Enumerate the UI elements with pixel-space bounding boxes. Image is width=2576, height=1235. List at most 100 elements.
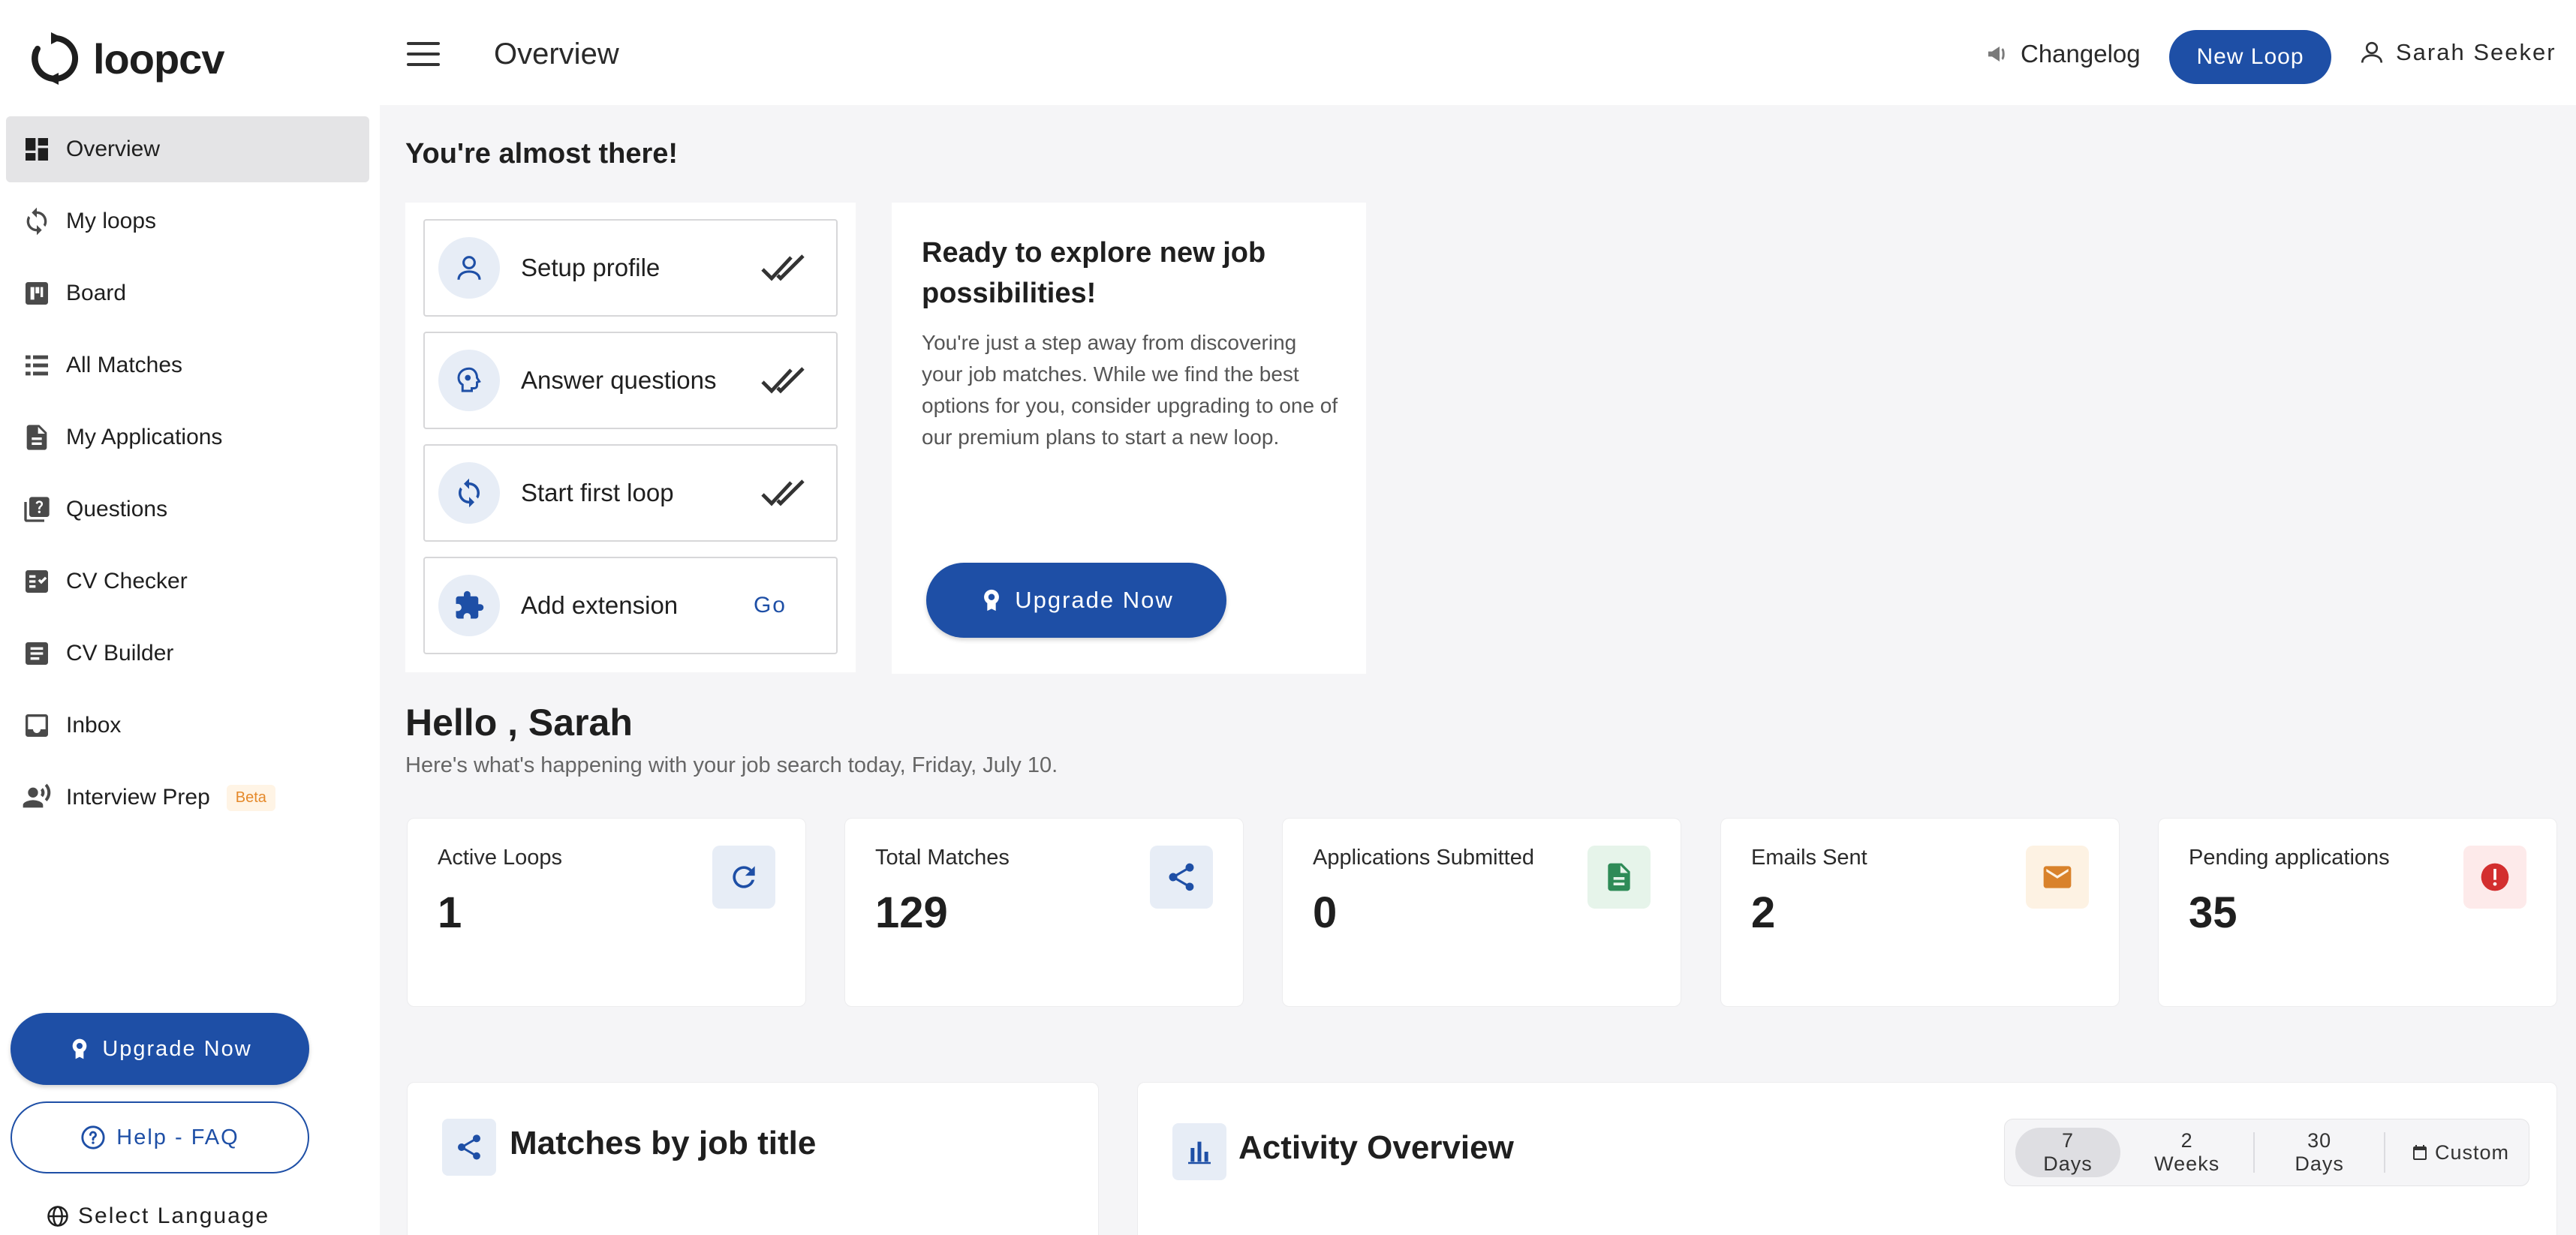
megaphone-icon — [1988, 47, 2005, 62]
dashboard-icon — [21, 134, 53, 165]
sidebar-item-my-loops[interactable]: My loops — [6, 188, 369, 254]
stat-card-emails-sent[interactable]: Emails Sent 2 — [1720, 818, 2120, 1007]
range-custom-button[interactable]: Custom — [2391, 1128, 2529, 1177]
stat-card-applications-submitted[interactable]: Applications Submitted 0 — [1282, 818, 1681, 1007]
sync-icon — [438, 462, 500, 524]
inbox-icon — [21, 710, 53, 741]
extension-icon — [438, 575, 500, 636]
stat-value: 35 — [2189, 888, 2237, 937]
greeting-title: Hello , Sarah — [405, 702, 633, 744]
range-2-weeks-button[interactable]: 2 Weeks — [2126, 1128, 2248, 1177]
upgrade-now-button[interactable]: Upgrade Now — [926, 563, 1226, 638]
sidebar: loopcv Overview My loops Board All Match… — [0, 0, 380, 1235]
explore-text: You're just a step away from discovering… — [922, 331, 1338, 449]
stat-label: Pending applications — [2189, 846, 2390, 870]
board-icon — [21, 278, 53, 309]
range-7-days-button[interactable]: 7 Days — [2015, 1128, 2121, 1177]
explore-title: Ready to explore new job possibilities! — [922, 237, 1266, 309]
calendar-icon — [2412, 1145, 2427, 1160]
upgrade-now-label: Upgrade Now — [1015, 587, 1174, 613]
step-add-extension[interactable]: Add extension Go — [423, 557, 838, 654]
sidebar-item-label: CV Builder — [66, 641, 174, 666]
onboarding-heading: You're almost there! — [405, 138, 679, 170]
logo[interactable]: loopcv — [29, 32, 224, 86]
step-label: Setup profile — [521, 254, 661, 281]
sidebar-item-board[interactable]: Board — [6, 260, 369, 326]
sidebar-nav: Overview My loops Board All Matches My A… — [6, 116, 369, 837]
sidebar-item-questions[interactable]: Questions — [6, 476, 369, 542]
list-icon — [21, 350, 53, 381]
help-icon — [81, 1125, 105, 1149]
matches-by-job-title-panel: Matches by job title — [407, 1082, 1099, 1235]
sidebar-upgrade-label: Upgrade Now — [102, 1036, 252, 1061]
globe-icon — [47, 1206, 68, 1227]
stat-card-pending-applications[interactable]: Pending applications 35 — [2158, 818, 2557, 1007]
menu-icon[interactable] — [407, 42, 440, 68]
page-title: Overview — [494, 38, 619, 71]
psychology-icon — [438, 350, 500, 411]
step-label: Answer questions — [521, 366, 717, 394]
stat-card-active-loops[interactable]: Active Loops 1 — [407, 818, 806, 1007]
help-faq-label: Help - FAQ — [116, 1125, 239, 1149]
stat-value: 1 — [438, 888, 462, 937]
sidebar-item-all-matches[interactable]: All Matches — [6, 332, 369, 398]
new-loop-button[interactable]: New Loop — [2169, 30, 2331, 84]
award-icon — [73, 1038, 87, 1059]
range-30-days-button[interactable]: 30 Days — [2261, 1128, 2378, 1177]
stat-value: 0 — [1313, 888, 1338, 937]
range-divider — [2384, 1132, 2385, 1173]
go-link[interactable]: Go — [754, 593, 787, 618]
person-icon — [438, 237, 500, 299]
beta-badge: Beta — [226, 784, 275, 811]
step-start-first-loop[interactable]: Start first loop — [423, 444, 838, 542]
document-icon — [1587, 846, 1651, 909]
share-icon — [442, 1119, 496, 1176]
step-answer-questions[interactable]: Answer questions — [423, 332, 838, 429]
sidebar-item-inbox[interactable]: Inbox — [6, 693, 369, 759]
explore-card: Ready to explore new job possibilities! … — [892, 203, 1366, 674]
bar-chart-icon — [1172, 1123, 1226, 1180]
stat-value: 129 — [875, 888, 948, 937]
step-label: Add extension — [521, 591, 679, 619]
sidebar-item-interview-prep[interactable]: Interview Prep Beta — [6, 765, 369, 831]
stat-label: Active Loops — [438, 846, 563, 870]
language-label: Select Language — [78, 1203, 270, 1228]
sidebar-item-label: My Applications — [66, 425, 223, 449]
user-menu[interactable]: Sarah Seeker — [2358, 39, 2556, 66]
range-custom-label: Custom — [2434, 1140, 2509, 1164]
sidebar-item-label: My loops — [66, 209, 157, 233]
mail-icon — [2026, 846, 2089, 909]
done-all-icon — [761, 479, 805, 506]
sidebar-item-overview[interactable]: Overview — [6, 116, 369, 182]
changelog-link[interactable]: Changelog — [1985, 39, 2141, 69]
question-book-icon — [21, 494, 53, 525]
sidebar-upgrade-button[interactable]: Upgrade Now — [11, 1013, 309, 1085]
sidebar-item-label: Questions — [66, 497, 168, 521]
sidebar-item-cv-checker[interactable]: CV Checker — [6, 548, 369, 614]
refresh-icon — [712, 846, 775, 909]
loop-logo-icon — [32, 32, 79, 85]
stat-card-total-matches[interactable]: Total Matches 129 — [844, 818, 1244, 1007]
stat-label: Total Matches — [875, 846, 1010, 870]
top-header: Overview Changelog New Loop Sarah Seeker — [380, 0, 2576, 105]
sync-icon — [21, 206, 53, 237]
date-range-selector: 7 Days 2 Weeks 30 Days Custom — [2004, 1119, 2529, 1186]
done-all-icon — [761, 254, 805, 281]
user-name: Sarah Seeker — [2396, 39, 2556, 65]
help-faq-button[interactable]: Help - FAQ — [11, 1101, 309, 1173]
language-selector[interactable]: Select Language — [47, 1203, 269, 1229]
sidebar-item-label: Inbox — [66, 713, 122, 738]
sidebar-item-label: CV Checker — [66, 569, 188, 593]
sidebar-item-label: Board — [66, 281, 127, 305]
step-label: Start first loop — [521, 479, 674, 506]
onboarding-steps-card: Setup profile Answer questions Start fir… — [405, 203, 856, 672]
sidebar-item-cv-builder[interactable]: CV Builder — [6, 621, 369, 687]
range-divider — [2253, 1132, 2256, 1173]
step-setup-profile[interactable]: Setup profile — [423, 219, 838, 317]
activity-overview-panel: Activity Overview 7 Days 2 Weeks 30 Days… — [1137, 1082, 2557, 1235]
document-icon — [21, 422, 53, 453]
activity-panel-title: Activity Overview — [1238, 1129, 1514, 1166]
sidebar-item-my-applications[interactable]: My Applications — [6, 404, 369, 470]
sidebar-item-label: Overview — [66, 137, 161, 161]
award-icon — [984, 589, 1000, 611]
